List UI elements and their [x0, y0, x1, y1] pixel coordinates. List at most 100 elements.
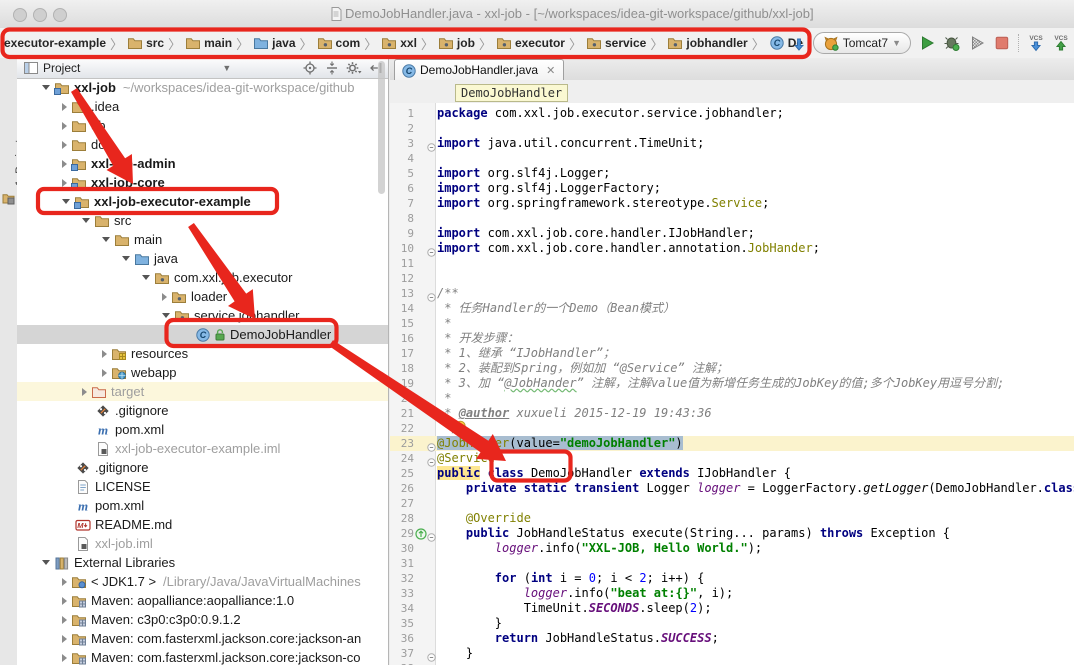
- fold-marker[interactable]: [427, 649, 436, 658]
- tree-item-xxl-job-executor-example.iml[interactable]: xxl-job-executor-example.iml: [17, 439, 388, 458]
- code-line-8[interactable]: 8: [390, 211, 1074, 226]
- breadcrumb-item-executor[interactable]: executor: [496, 35, 565, 51]
- tree-expand-arrow[interactable]: [102, 350, 107, 358]
- code-line-3[interactable]: 3import java.util.concurrent.TimeUnit;: [390, 136, 1074, 151]
- window-minimize-button[interactable]: [33, 8, 47, 22]
- tree-item-.gitignore[interactable]: .gitignore: [17, 458, 388, 477]
- code-line-5[interactable]: 5import org.slf4j.Logger;: [390, 166, 1074, 181]
- tree-expand-arrow[interactable]: [162, 293, 167, 301]
- code-line-9[interactable]: 9import com.xxl.job.core.handler.IJobHan…: [390, 226, 1074, 241]
- run-button[interactable]: [918, 34, 936, 52]
- tree-expand-arrow[interactable]: [62, 199, 70, 204]
- tree-expand-arrow[interactable]: [62, 103, 67, 111]
- code-line-6[interactable]: 6import org.slf4j.LoggerFactory;: [390, 181, 1074, 196]
- tree-expand-arrow[interactable]: [62, 635, 67, 643]
- breadcrumb-item-service[interactable]: service: [586, 35, 646, 51]
- run-configuration-selector[interactable]: Tomcat7 ▼: [813, 32, 911, 54]
- code-line-16[interactable]: 16 * 开发步骤：: [390, 331, 1074, 346]
- collapse-all-button[interactable]: [324, 60, 340, 76]
- tree-item-main[interactable]: main: [17, 230, 388, 249]
- tree-item-db[interactable]: db: [17, 116, 388, 135]
- tree-item-pom.xml[interactable]: mpom.xml: [17, 496, 388, 515]
- breadcrumb-item-com[interactable]: com: [317, 35, 361, 51]
- code-line-2[interactable]: 2: [390, 121, 1074, 136]
- code-line-25[interactable]: 25public class DemoJobHandler extends IJ…: [390, 466, 1074, 481]
- code-line-32[interactable]: 32 for (int i = 0; i < 2; i++) {: [390, 571, 1074, 586]
- code-line-21[interactable]: 21 * @author xuxueli 2015-12-19 19:43:36: [390, 406, 1074, 421]
- code-line-26[interactable]: 26 private static transient Logger logge…: [390, 481, 1074, 496]
- code-line-36[interactable]: 36 return JobHandleStatus.SUCCESS;: [390, 631, 1074, 646]
- code-line-7[interactable]: 7import org.springframework.stereotype.S…: [390, 196, 1074, 211]
- settings-gear-button[interactable]: [346, 60, 362, 76]
- tree-item-maven-com.fasterxml.jackson.core-jackson-an[interactable]: Maven: com.fasterxml.jackson.core:jackso…: [17, 629, 388, 648]
- code-line-20[interactable]: 20 *: [390, 391, 1074, 406]
- tree-item-xxl-job[interactable]: xxl-job~/workspaces/idea-git-workspace/g…: [17, 78, 388, 97]
- tree-item-src[interactable]: src: [17, 211, 388, 230]
- code-line-13[interactable]: 13/**: [390, 286, 1074, 301]
- tree-item-.gitignore[interactable]: .gitignore: [17, 401, 388, 420]
- tree-item-demojobhandler[interactable]: CDemoJobHandler: [17, 325, 388, 344]
- fold-marker[interactable]: [427, 454, 436, 463]
- vcs-update-button[interactable]: VCS: [1027, 34, 1045, 52]
- code-line-31[interactable]: 31: [390, 556, 1074, 571]
- tree-expand-arrow[interactable]: [62, 616, 67, 624]
- code-line-23[interactable]: 23@JobHander(value="demoJobHandler"): [390, 436, 1074, 451]
- tree-item-com.xxl.job.executor[interactable]: com.xxl.job.executor: [17, 268, 388, 287]
- code-line-34[interactable]: 34 TimeUnit.SECONDS.sleep(2);: [390, 601, 1074, 616]
- code-line-11[interactable]: 11: [390, 256, 1074, 271]
- code-line-30[interactable]: 30 logger.info("XXL-JOB, Hello World.");: [390, 541, 1074, 556]
- tree-expand-arrow[interactable]: [122, 256, 130, 261]
- fold-marker[interactable]: [427, 289, 436, 298]
- breadcrumb-item-job[interactable]: job: [438, 35, 475, 51]
- tree-item-.idea[interactable]: .idea: [17, 97, 388, 116]
- editor-tab[interactable]: C DemoJobHandler.java ✕: [394, 59, 564, 80]
- tree-item-maven-com.fasterxml.jackson.core-jackson-co[interactable]: Maven: com.fasterxml.jackson.core:jackso…: [17, 648, 388, 665]
- code-line-14[interactable]: 14 * 任务Handler的一个Demo（Bean模式）: [390, 301, 1074, 316]
- window-zoom-button[interactable]: [53, 8, 67, 22]
- scroll-from-source-button[interactable]: [302, 60, 318, 76]
- tree-expand-arrow[interactable]: [62, 122, 67, 130]
- breadcrumb-item-xxl[interactable]: xxl: [381, 35, 417, 51]
- code-line-17[interactable]: 17 * 1、继承 “IJobHandler”；: [390, 346, 1074, 361]
- close-tab-icon[interactable]: ✕: [546, 64, 555, 77]
- code-line-4[interactable]: 4: [390, 151, 1074, 166]
- tree-expand-arrow[interactable]: [102, 237, 110, 242]
- code-line-19[interactable]: 19 * 3、加 “@JobHander” 注解，注解value值为新增任务生成…: [390, 376, 1074, 391]
- breadcrumb-item-src[interactable]: src: [127, 35, 164, 51]
- debug-button[interactable]: [943, 34, 961, 52]
- tree-item-pom.xml[interactable]: mpom.xml: [17, 420, 388, 439]
- breadcrumb-item-jobhandler[interactable]: jobhandler: [667, 35, 747, 51]
- tree-item-service.jobhandler[interactable]: service.jobhandler: [17, 306, 388, 325]
- tree-expand-arrow[interactable]: [162, 313, 170, 318]
- tree-item-xxl-job.iml[interactable]: xxl-job.iml: [17, 534, 388, 553]
- tree-item-resources[interactable]: resources: [17, 344, 388, 363]
- navbar-dropdown-icon[interactable]: [792, 34, 806, 52]
- code-line-10[interactable]: 10import com.xxl.job.core.handler.annota…: [390, 241, 1074, 256]
- code-line-37[interactable]: 37 }: [390, 646, 1074, 661]
- override-method-icon[interactable]: [415, 527, 427, 545]
- tree-item-webapp[interactable]: webapp: [17, 363, 388, 382]
- code-line-29[interactable]: 29 public JobHandleStatus execute(String…: [390, 526, 1074, 541]
- tree-expand-arrow[interactable]: [42, 85, 50, 90]
- code-line-35[interactable]: 35 }: [390, 616, 1074, 631]
- tree-expand-arrow[interactable]: [82, 218, 90, 223]
- tree-item-external-libraries[interactable]: External Libraries: [17, 553, 388, 572]
- tree-item-java[interactable]: java: [17, 249, 388, 268]
- tree-expand-arrow[interactable]: [62, 597, 67, 605]
- tree-item-xxl-job-admin[interactable]: xxl-job-admin: [17, 154, 388, 173]
- tree-expand-arrow[interactable]: [82, 388, 87, 396]
- fold-marker[interactable]: [427, 439, 436, 448]
- tree-expand-arrow[interactable]: [62, 160, 67, 168]
- code-editor[interactable]: 1package com.xxl.job.executor.service.jo…: [390, 103, 1074, 665]
- tree-expand-arrow[interactable]: [62, 179, 67, 187]
- project-view-dropdown-icon[interactable]: ▼: [222, 63, 231, 73]
- tree-scrollbar[interactable]: [378, 61, 385, 194]
- tree-expand-arrow[interactable]: [142, 275, 150, 280]
- window-close-button[interactable]: [13, 8, 27, 22]
- tree-expand-arrow[interactable]: [62, 141, 67, 149]
- fold-marker[interactable]: [427, 529, 436, 538]
- code-line-28[interactable]: 28 @Override: [390, 511, 1074, 526]
- breadcrumb-item-main[interactable]: main: [185, 35, 232, 51]
- code-line-27[interactable]: 27: [390, 496, 1074, 511]
- tree-item-doc[interactable]: doc: [17, 135, 388, 154]
